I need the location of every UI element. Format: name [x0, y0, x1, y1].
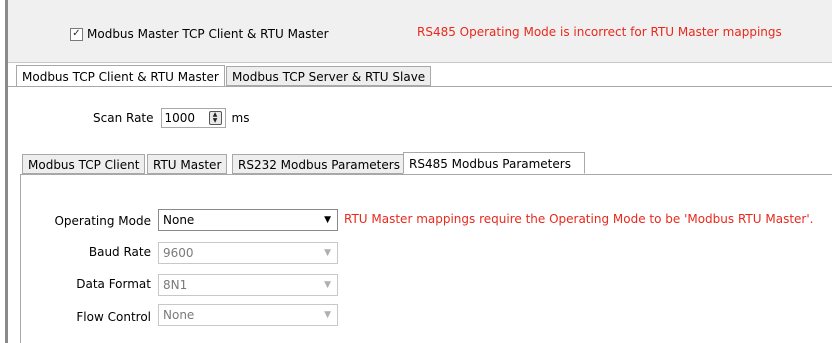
enable-master-row[interactable]: ✓ Modbus Master TCP Client & RTU Master — [70, 27, 329, 41]
tab-modbus-tcp-client[interactable]: Modbus TCP Client — [22, 154, 146, 174]
dropdown-arrow-icon: ▼ — [324, 280, 331, 290]
tab-rs232-modbus-parameters[interactable]: RS232 Modbus Parameters — [232, 154, 406, 174]
baud-rate-select[interactable]: 9600 ▼ — [158, 242, 338, 264]
tab-label: RTU Master — [153, 158, 222, 172]
flow-control-select[interactable]: None ▼ — [158, 304, 338, 326]
tab-label: RS232 Modbus Parameters — [238, 158, 400, 172]
operating-mode-warning: RS485 Operating Mode is incorrect for RT… — [417, 25, 782, 39]
data-format-select[interactable]: 8N1 ▼ — [158, 274, 338, 296]
tab-rtu-master[interactable]: RTU Master — [147, 154, 228, 174]
scan-rate-row: Scan Rate 1000 ▲ ▼ ms — [93, 108, 249, 128]
tab-modbus-tcp-server-rtu-slave[interactable]: Modbus TCP Server & RTU Slave — [226, 66, 432, 86]
scan-rate-unit: ms — [231, 111, 250, 125]
baud-rate-value: 9600 — [163, 246, 194, 260]
flow-control-value: None — [163, 308, 195, 322]
scan-rate-spinner[interactable]: 1000 ▲ ▼ — [160, 108, 226, 128]
tab-modbus-tcp-client-rtu-master[interactable]: Modbus TCP Client & RTU Master — [16, 65, 225, 87]
operating-mode-error: RTU Master mappings require the Operatin… — [344, 212, 814, 226]
outer-tab-divider — [8, 86, 832, 87]
enable-master-label: Modbus Master TCP Client & RTU Master — [87, 27, 329, 41]
operating-mode-select[interactable]: None ▼ — [158, 209, 338, 231]
baud-rate-label: Baud Rate — [88, 245, 151, 259]
dropdown-arrow-icon: ▼ — [324, 248, 331, 258]
data-format-value: 8N1 — [163, 278, 188, 292]
data-format-label: Data Format — [76, 277, 151, 291]
tab-label: Modbus TCP Client — [28, 158, 140, 172]
scan-rate-label: Scan Rate — [93, 111, 154, 125]
spinner-arrows-icon[interactable]: ▲ ▼ — [208, 111, 222, 125]
tab-label: RS485 Modbus Parameters — [409, 157, 571, 171]
scan-rate-value: 1000 — [164, 111, 196, 125]
tab-label: Modbus TCP Client & RTU Master — [22, 70, 219, 84]
dropdown-arrow-icon: ▼ — [324, 310, 331, 320]
enable-master-checkbox[interactable]: ✓ — [70, 27, 83, 41]
operating-mode-value: None — [163, 213, 195, 227]
operating-mode-label: Operating Mode — [54, 214, 151, 228]
tab-rs485-modbus-parameters[interactable]: RS485 Modbus Parameters — [403, 152, 585, 174]
flow-control-label: Flow Control — [76, 310, 151, 324]
dropdown-arrow-icon: ▼ — [324, 215, 331, 225]
tab-label: Modbus TCP Server & RTU Slave — [232, 70, 426, 84]
